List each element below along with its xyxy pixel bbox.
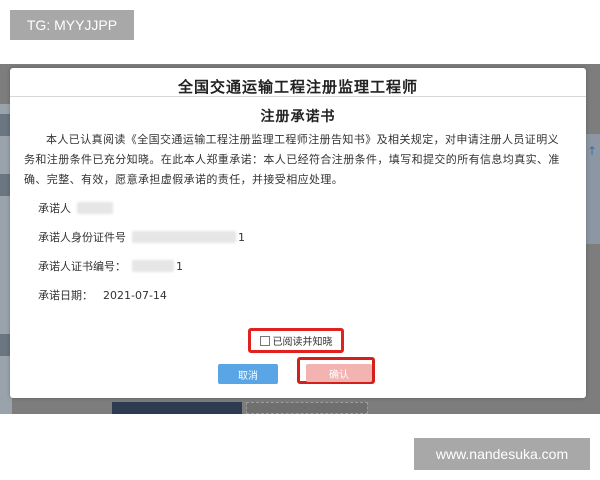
background-block [112,402,242,414]
dialog-subtitle: 注册承诺书 [260,109,336,125]
background-block [246,402,368,414]
redacted-certificate [132,260,174,272]
date-value: 2021-07-14 [103,288,167,302]
certificate-label: 承诺人证书编号： [38,260,126,273]
background-thumb [0,114,10,136]
background-thumb [0,334,10,356]
id-number-tail: 1 [238,230,245,244]
id-number-row: 承诺人身份证件号 1 [38,229,245,245]
agree-checkbox[interactable] [259,335,270,346]
date-label: 承诺日期： [38,289,93,302]
agree-checkbox-label: 已阅读并知晓 [272,337,333,348]
watermark-tag-bottom: www.nandesuka.com [414,438,590,470]
promiser-row: 承诺人 [38,200,113,216]
cancel-button[interactable]: 取消 [218,364,278,384]
certificate-row: 承诺人证书编号： 1 [38,258,183,274]
commitment-dialog: 全国交通运输工程注册监理工程师 注册承诺书 本人已认真阅读《全国交通运输工程注册… [10,68,586,398]
promiser-label: 承诺人 [38,202,71,215]
watermark-tag-top: TG: MYYJJPP [10,10,134,40]
certificate-tail: 1 [176,259,183,273]
date-row: 承诺日期： 2021-07-14 [38,287,167,303]
redacted-id-number [132,231,236,243]
arrow-up-icon: ↑ [587,144,598,158]
commitment-paragraph: 本人已认真阅读《全国交通运输工程注册监理工程师注册告知书》及相关规定，对申请注册… [24,133,560,186]
agree-checkbox-highlight[interactable]: 已阅读并知晓 [248,328,344,353]
id-number-label: 承诺人身份证件号 [38,231,126,244]
dialog-title: 全国交通运输工程注册监理工程师 [177,78,418,96]
confirm-button[interactable]: 确认 [306,364,372,382]
background-thumb [0,174,10,196]
redacted-name [77,202,113,214]
title-divider [10,96,586,97]
